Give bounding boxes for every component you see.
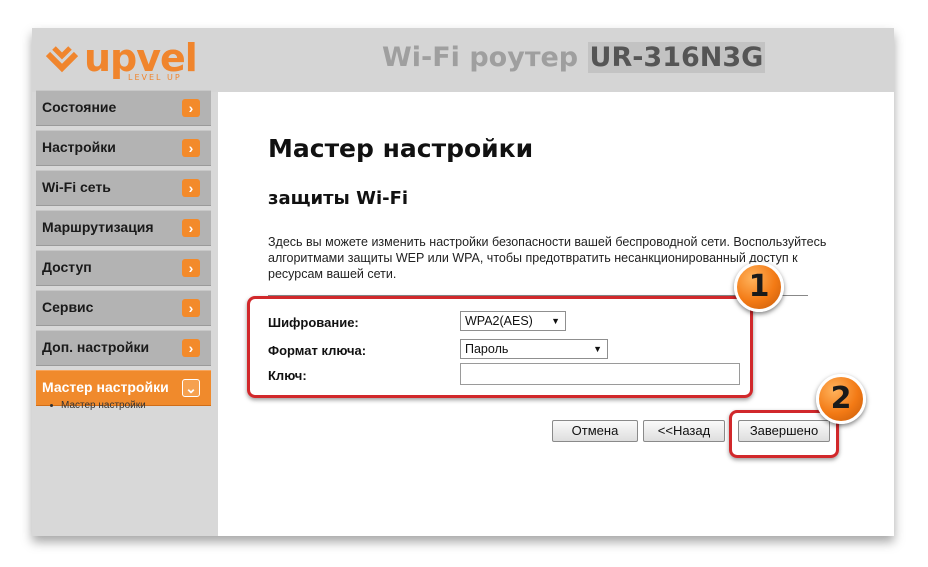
sidebar-item-label: Wi-Fi сеть: [42, 179, 111, 195]
chevron-right-icon: ›: [182, 219, 200, 237]
sidebar-item-label: Мастер настройки: [42, 379, 169, 395]
sidebar-item-advanced[interactable]: Доп. настройки ›: [36, 330, 211, 366]
page-subtitle: защиты Wi-Fi: [268, 188, 409, 209]
upvel-logo-icon: [45, 46, 79, 73]
chevron-right-icon: ›: [182, 99, 200, 117]
sidebar-item-label: Сервис: [42, 299, 94, 315]
router-title-text: Wi-Fi роутер: [382, 42, 579, 73]
highlight-box-finish: [729, 410, 839, 458]
sidebar-item-settings[interactable]: Настройки ›: [36, 130, 211, 166]
header-bar: upvel LEVEL UP Wi-Fi роутер UR-316N3G: [32, 28, 894, 92]
sidebar-item-label: Доп. настройки: [42, 339, 150, 355]
sidebar-item-access[interactable]: Доступ ›: [36, 250, 211, 286]
back-button[interactable]: <<Назад: [643, 420, 725, 442]
sidebar-subitem-label: Мастер настройки: [61, 400, 146, 411]
upvel-logo: upvel LEVEL UP: [42, 36, 198, 84]
router-title: Wi-Fi роутер UR-316N3G: [382, 42, 766, 73]
chevron-right-icon: ›: [182, 339, 200, 357]
chevron-right-icon: ›: [182, 179, 200, 197]
sidebar-item-label: Состояние: [42, 99, 117, 115]
page-title: Мастер настройки: [268, 134, 534, 163]
bullet-icon: [50, 403, 53, 407]
chevron-right-icon: ›: [182, 139, 200, 157]
sidebar-item-status[interactable]: Состояние ›: [36, 90, 211, 126]
sidebar-subitem-setup-wizard[interactable]: Мастер настройки: [50, 400, 146, 411]
step-badge-1: 1: [734, 262, 784, 312]
sidebar-item-label: Доступ: [42, 259, 92, 275]
sidebar-item-label: Настройки: [42, 139, 116, 155]
chevron-down-icon: ⌄: [182, 379, 200, 397]
logo-tagline: LEVEL UP: [128, 73, 182, 82]
chevron-right-icon: ›: [182, 259, 200, 277]
chevron-right-icon: ›: [182, 299, 200, 317]
sidebar-item-service[interactable]: Сервис ›: [36, 290, 211, 326]
sidebar-nav: Состояние › Настройки › Wi-Fi сеть › Мар…: [36, 90, 211, 410]
sidebar-item-routing[interactable]: Маршрутизация ›: [36, 210, 211, 246]
step-badge-2: 2: [816, 374, 866, 424]
sidebar-item-wifi[interactable]: Wi-Fi сеть ›: [36, 170, 211, 206]
cancel-button[interactable]: Отмена: [552, 420, 638, 442]
router-model: UR-316N3G: [587, 42, 766, 73]
highlight-box-form: [247, 296, 753, 398]
sidebar-item-label: Маршрутизация: [42, 219, 154, 235]
